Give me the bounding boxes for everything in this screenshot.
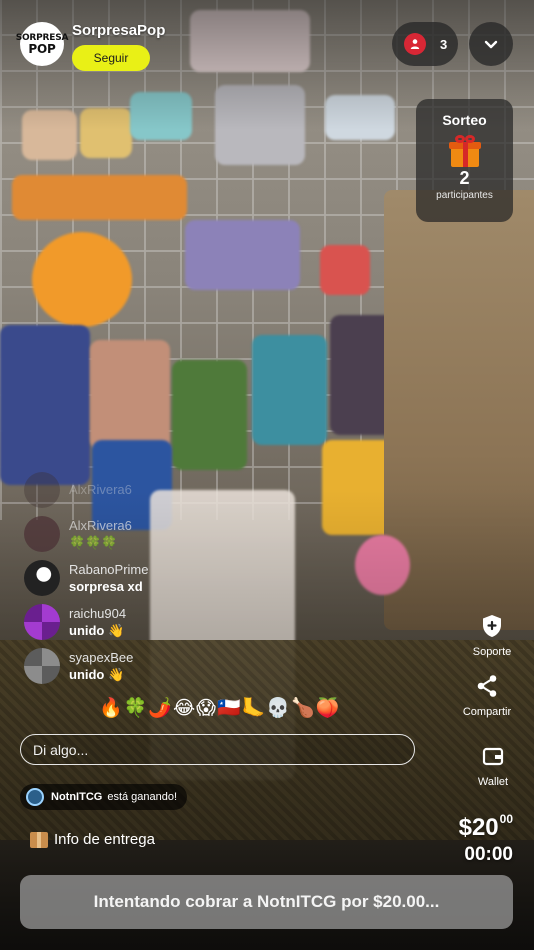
gift-icon — [448, 135, 481, 167]
shop-logo: SORPRESA POP — [15, 32, 69, 56]
viewer-count: 3 — [440, 36, 448, 52]
shop-header: SORPRESA POP SorpresaPop Seguir — [16, 22, 165, 71]
chat-input[interactable] — [20, 734, 415, 765]
toy-tag-7 — [12, 175, 187, 220]
emoji-reactions-bar[interactable]: 🔥🍀🌶️😂😱🇨🇱🦶💀🍗🍑 — [99, 696, 340, 719]
avatar — [24, 560, 60, 596]
toy-tag-8 — [185, 220, 300, 290]
winner-avatar — [26, 788, 44, 806]
avatar — [24, 472, 60, 508]
chat-username[interactable]: RabanoPrime — [69, 562, 149, 578]
box-2 — [90, 340, 170, 450]
orange-ball — [32, 232, 132, 327]
giveaway-count: 2 — [459, 168, 470, 188]
chat-text: 🍀🍀🍀 — [69, 534, 118, 550]
chat-message: raichu904 unido 👋 — [24, 600, 324, 644]
winner-name: NotnITCG — [51, 791, 103, 803]
logo-bottom-text: POP — [28, 41, 56, 56]
auction-timer: 00:00 — [464, 844, 513, 865]
chat-text: sorpresa xd — [69, 578, 143, 594]
chat-feed: AlxRivera6 AlxRivera6 🍀🍀🍀 RabanoPrime so… — [24, 468, 324, 688]
viewer-count-pill[interactable]: 3 — [392, 22, 458, 66]
shop-avatar[interactable]: SORPRESA POP — [16, 22, 68, 66]
delivery-label: Info de entrega — [54, 831, 155, 848]
chat-message: AlxRivera6 🍀🍀🍀 — [24, 512, 324, 556]
chat-message: RabanoPrime sorpresa xd — [24, 556, 324, 600]
wallet-icon — [479, 742, 507, 770]
share-label: Compartir — [462, 706, 512, 718]
wallet-label: Wallet — [477, 776, 509, 788]
collapse-button[interactable] — [469, 22, 513, 66]
support-button[interactable]: Soporte — [457, 612, 527, 658]
shop-name[interactable]: SorpresaPop — [72, 22, 165, 39]
support-label: Soporte — [472, 646, 512, 658]
chat-username[interactable]: AlxRivera6 — [69, 518, 132, 534]
price-cents: 00 — [499, 812, 513, 826]
chat-message: syapexBee unido 👋 — [24, 644, 324, 688]
auction-price: $2000 — [459, 812, 513, 842]
giveaway-label: participantes — [436, 190, 493, 201]
chat-text: unido 👋 — [69, 666, 125, 682]
wallet-button[interactable]: Wallet — [458, 742, 528, 788]
box-4 — [252, 335, 327, 445]
winner-suffix: está ganando! — [107, 791, 178, 803]
follow-button[interactable]: Seguir — [72, 45, 150, 71]
price-main: $20 — [458, 814, 499, 841]
box-1 — [0, 325, 90, 485]
shop-meta: SorpresaPop Seguir — [72, 22, 165, 71]
viewer-icon — [404, 33, 426, 55]
box-3 — [172, 360, 247, 470]
toy-tag-9 — [320, 245, 370, 295]
winner-banner: NotnITCG está ganando! — [20, 784, 188, 810]
avatar — [24, 516, 60, 552]
logo-top-text: SORPRESA — [15, 32, 69, 43]
chat-username[interactable]: AlxRivera6 — [69, 482, 132, 498]
chevron-down-icon — [484, 40, 498, 49]
chat-username[interactable]: raichu904 — [69, 606, 126, 622]
avatar — [24, 648, 60, 684]
payment-status-bar: Intentando cobrar a NotnITCG por $20.00.… — [20, 875, 513, 929]
giveaway-card[interactable]: Sorteo 2 participantes — [416, 99, 513, 222]
chat-username[interactable]: syapexBee — [69, 650, 133, 666]
avatar — [24, 604, 60, 640]
chat-message: AlxRivera6 — [24, 468, 324, 512]
giveaway-title: Sorteo — [442, 112, 487, 128]
package-icon — [30, 831, 48, 848]
delivery-info-link[interactable]: Info de entrega — [30, 831, 155, 848]
chat-text: unido 👋 — [69, 622, 125, 638]
share-icon — [473, 672, 501, 700]
shield-icon — [478, 612, 506, 640]
share-button[interactable]: Compartir — [452, 672, 522, 718]
